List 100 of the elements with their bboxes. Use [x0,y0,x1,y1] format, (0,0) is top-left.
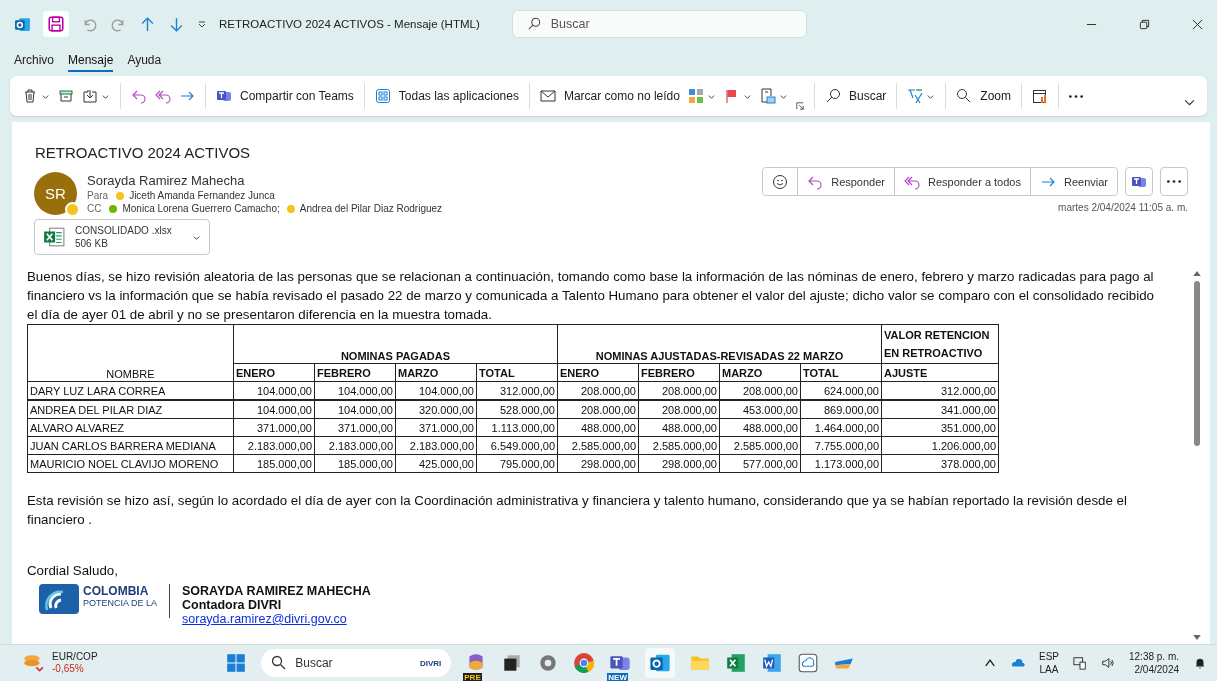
table-cell: DARY LUZ LARA CORREA [27,381,234,400]
menu-tab[interactable]: Mensaje [68,50,114,72]
move-icon[interactable] [82,88,98,104]
more-icon [1167,180,1181,183]
search-field[interactable]: Buscar [511,10,807,38]
currency-change: -0,65% [52,663,85,675]
table-cell: 185.000,00 [233,454,315,473]
table-cell: 453.000,00 [719,400,801,419]
scroll-down-icon[interactable] [1192,635,1201,640]
table-cell: 104.000,00 [233,381,315,400]
taskbar-search-field[interactable]: Buscar DIVRI [261,649,452,677]
recipient-label: CC [87,203,102,214]
dialog-launcher-icon[interactable] [795,102,804,110]
clock-time[interactable]: 12:38 p. m. [1129,650,1179,663]
app-badge: NEW [607,673,628,681]
search-icon [526,17,541,31]
up-arrow-icon[interactable] [139,15,156,33]
search-button[interactable]: Buscar [824,88,887,104]
clock-date[interactable]: 2/04/2024 [1134,663,1179,676]
mark-unread-button[interactable]: Marcar como no leído [539,88,680,104]
reply-all-icon[interactable] [155,88,171,104]
scroll-up-icon[interactable] [1192,271,1201,276]
coins-icon[interactable] [22,652,44,674]
recipient-name[interactable]: Monica Lorena Guerrero Camacho; [122,203,280,214]
teams-button[interactable] [1125,167,1153,196]
network-icon[interactable] [1073,656,1087,670]
signature-name: SORAYDA RAMIREZ MAHECHA [182,584,371,598]
table-cell: 312.000,00 [881,381,999,400]
table-cell: 425.000,00 [395,454,477,473]
chrome-icon[interactable] [573,652,596,674]
customize-caret-icon[interactable] [197,19,207,29]
table-header: FEBRERO [638,363,720,382]
down-arrow-icon[interactable] [168,15,185,33]
table-cell: 208.000,00 [557,400,639,419]
word-icon[interactable] [761,652,784,674]
restore-icon[interactable] [1139,18,1150,30]
close-icon[interactable] [1192,18,1203,30]
table-header: MARZO [395,363,477,382]
start-icon[interactable] [225,652,248,674]
more-icon[interactable] [1069,94,1083,98]
search-icon [271,655,288,671]
recipient-name[interactable]: Andrea del Pilar Diaz Rodriguez [299,203,443,214]
logo-text: COLOMBIA [83,584,150,598]
apps-grid-icon [374,88,391,104]
table-header: AJUSTE [881,363,999,382]
reply-icon[interactable] [131,88,147,104]
keyboard-layout[interactable]: LAA [1039,663,1059,676]
search-icon [824,88,841,104]
trash-icon[interactable] [22,88,38,104]
table-cell: 577.000,00 [719,454,801,473]
recipient-label: Para [87,190,109,201]
outlook-icon[interactable] [649,652,672,674]
currency-pair: EUR/COP [52,651,98,663]
translate-icon[interactable] [907,88,924,104]
cloud-app-icon[interactable] [797,652,820,674]
table-cell: 104.000,00 [314,381,396,400]
cloud-icon[interactable] [1010,656,1025,670]
email-link[interactable]: sorayda.ramirez@divri.gov.co [182,612,371,626]
signature-role: Contadora DIVRI [182,598,283,612]
expand-ribbon-icon[interactable] [1184,97,1195,108]
language-indicator[interactable]: ESP [1038,650,1059,663]
calendar-chart-icon[interactable] [1032,88,1048,104]
reaction-button[interactable] [763,168,799,195]
attachment-card[interactable]: CONSOLIDADO .xlsx 506 KB [34,219,210,255]
table-cell: 371.000,00 [314,418,396,437]
excel-file-icon [43,226,65,248]
share-to-teams-button[interactable]: Compartir con Teams [216,88,354,104]
table-cell: 351.000,00 [881,418,999,437]
menu-tab[interactable]: Ayuda [127,50,162,72]
outlook-icon[interactable] [14,15,31,33]
table-cell: 2.183.000,00 [314,436,396,455]
all-apps-button[interactable]: Todas las aplicaciones [374,88,519,104]
excel-icon[interactable] [725,652,748,674]
table-cell: 104.000,00 [314,400,396,419]
table-cell: 1.113.000,00 [476,418,558,437]
more-actions-button[interactable] [1160,167,1188,196]
categories-icon[interactable] [687,88,704,104]
table-cell: MAURICIO NOEL CLAVIJO MORENO [27,454,234,473]
attachment-name: CONSOLIDADO .xlsx [75,225,173,236]
teams-icon [216,88,232,104]
table-cell: 795.000,00 [476,454,558,473]
zoom-button[interactable]: Zoom [956,88,1011,104]
menu-tab[interactable]: Archivo [14,50,54,72]
recipient-name[interactable]: Jiceth Amanda Fernandez Junca [129,190,275,201]
bell-icon[interactable] [1193,656,1207,670]
table-cell: 312.000,00 [476,381,558,400]
table-cell: 488.000,00 [557,418,639,437]
table-cell: 208.000,00 [557,381,639,400]
table-cell: 320.000,00 [395,400,477,419]
body-paragraph: Esta revisión se hizo así, según lo acordado el día de ayer con la Coordinación administrativa y financiera y talento humano, considerando que ya se habían reportado la revisión desde el financiero . [27,492,1128,529]
table-cell: 2.585.000,00 [557,436,639,455]
save-icon[interactable] [43,11,69,37]
archive-icon[interactable] [58,88,74,104]
magnifier-icon [956,88,973,104]
table-cell: 298.000,00 [638,454,720,473]
table-cell: 6.549.000,00 [476,436,558,455]
rules-icon[interactable] [759,88,776,104]
table-cell: 7.755.000,00 [800,436,882,455]
table-header: MARZO [719,363,801,382]
volume-icon[interactable] [1101,656,1115,670]
